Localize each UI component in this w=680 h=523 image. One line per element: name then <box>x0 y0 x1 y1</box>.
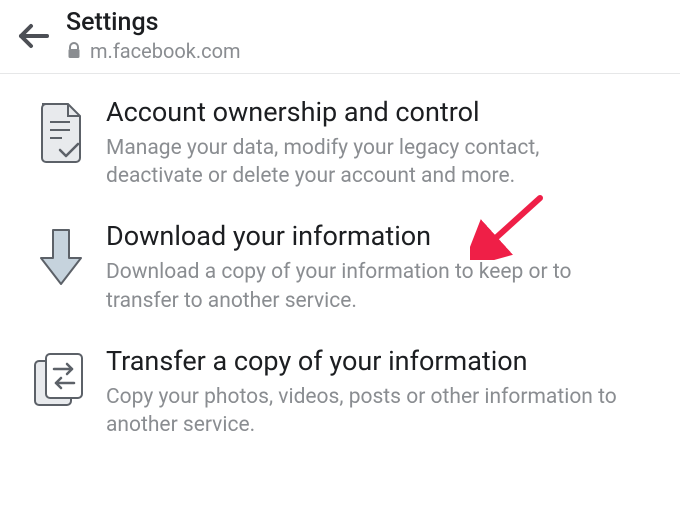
row-title: Account ownership and control <box>106 96 664 130</box>
page-title: Settings <box>66 8 241 37</box>
row-download-info[interactable]: Download your information Download a cop… <box>16 198 664 322</box>
settings-list: Account ownership and control Manage you… <box>0 74 680 447</box>
row-desc: Copy your photos, videos, posts or other… <box>106 383 626 440</box>
header: Settings m.facebook.com <box>0 0 680 74</box>
url-text: m.facebook.com <box>90 39 241 63</box>
row-transfer-copy[interactable]: Transfer a copy of your information Copy… <box>16 323 664 447</box>
row-title: Transfer a copy of your information <box>106 345 664 379</box>
arrow-left-icon <box>17 22 51 54</box>
row-desc: Manage your data, modify your legacy con… <box>106 134 626 191</box>
url-bar: m.facebook.com <box>66 39 241 63</box>
row-desc: Download a copy of your information to k… <box>106 258 626 315</box>
row-account-ownership[interactable]: Account ownership and control Manage you… <box>16 74 664 198</box>
download-arrow-icon <box>37 226 85 294</box>
document-check-icon <box>36 102 86 168</box>
transfer-icon <box>32 351 90 417</box>
row-title: Download your information <box>106 220 664 254</box>
lock-icon <box>66 42 82 60</box>
back-button[interactable] <box>12 16 56 60</box>
